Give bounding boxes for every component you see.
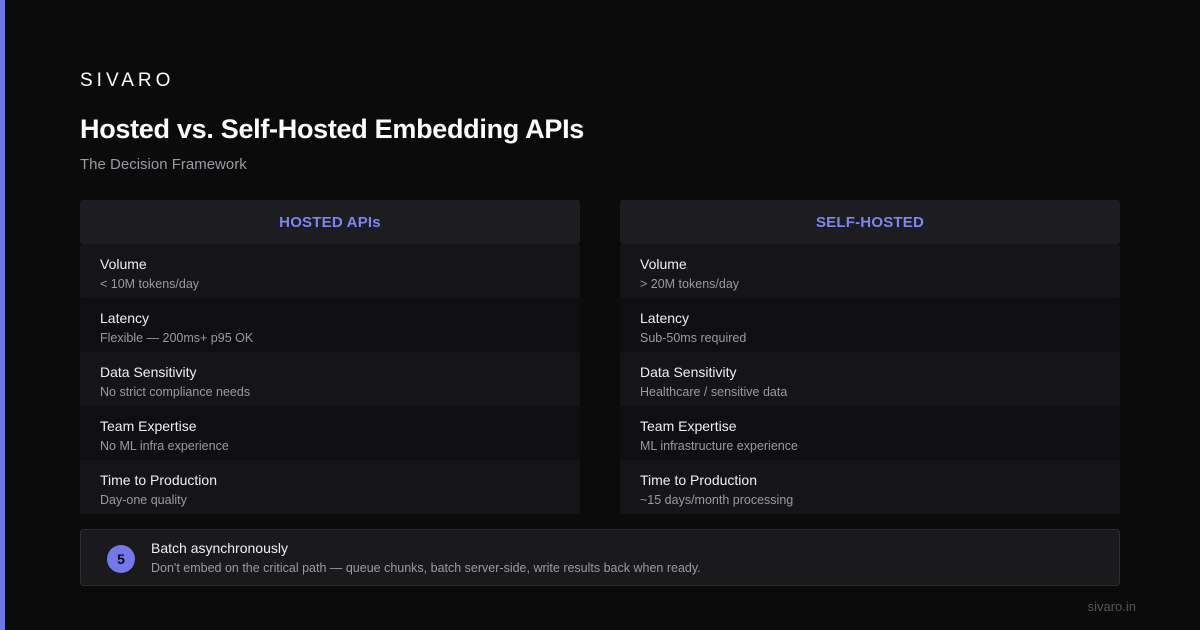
accent-bar xyxy=(0,0,5,630)
row-value: Healthcare / sensitive data xyxy=(640,385,788,399)
hosted-row-data-sensitivity: Data Sensitivity No strict compliance ne… xyxy=(80,352,580,406)
row-value: No strict compliance needs xyxy=(100,385,251,399)
row-value: ML infrastructure experience xyxy=(640,439,798,453)
row-value: ~15 days/month processing xyxy=(640,493,794,507)
row-label: Volume xyxy=(100,256,147,272)
row-label: Data Sensitivity xyxy=(100,364,197,380)
row-label: Latency xyxy=(640,310,690,326)
footer-url: sivaro.in xyxy=(1087,599,1136,614)
hosted-heading: HOSTED APIs xyxy=(80,200,580,244)
self-hosted-row-team-expertise: Team Expertise ML infrastructure experie… xyxy=(620,406,1120,460)
hosted-row-team-expertise: Team Expertise No ML infra experience xyxy=(80,406,580,460)
tip-description: Don't embed on the critical path — queue… xyxy=(151,561,701,575)
self-hosted-column: SELF-HOSTED Volume > 20M tokens/day Late… xyxy=(620,200,1120,514)
hosted-row-time-to-production: Time to Production Day-one quality xyxy=(80,460,580,514)
row-value: No ML infra experience xyxy=(100,439,229,453)
self-hosted-row-latency: Latency Sub-50ms required xyxy=(620,298,1120,352)
row-value: < 10M tokens/day xyxy=(100,277,200,291)
row-value: Flexible — 200ms+ p95 OK xyxy=(100,331,254,345)
tip-callout: 5 Batch asynchronously Don't embed on th… xyxy=(80,529,1120,586)
row-label: Team Expertise xyxy=(100,418,197,434)
row-label: Team Expertise xyxy=(640,418,737,434)
self-hosted-heading: SELF-HOSTED xyxy=(620,200,1120,244)
row-label: Latency xyxy=(100,310,150,326)
hosted-row-latency: Latency Flexible — 200ms+ p95 OK xyxy=(80,298,580,352)
row-label: Time to Production xyxy=(100,472,217,488)
hosted-row-volume: Volume < 10M tokens/day xyxy=(80,244,580,298)
hosted-column: HOSTED APIs Volume < 10M tokens/day Late… xyxy=(80,200,580,514)
tip-title: Batch asynchronously xyxy=(151,540,288,556)
row-label: Time to Production xyxy=(640,472,757,488)
tip-number-badge: 5 xyxy=(107,545,135,573)
row-value: Day-one quality xyxy=(100,493,187,507)
row-value: Sub-50ms required xyxy=(640,331,747,345)
page-subtitle: The Decision Framework xyxy=(80,156,247,173)
self-hosted-row-data-sensitivity: Data Sensitivity Healthcare / sensitive … xyxy=(620,352,1120,406)
page-title: Hosted vs. Self-Hosted Embedding APIs xyxy=(80,114,584,144)
self-hosted-row-volume: Volume > 20M tokens/day xyxy=(620,244,1120,298)
self-hosted-row-time-to-production: Time to Production ~15 days/month proces… xyxy=(620,460,1120,514)
row-label: Volume xyxy=(640,256,687,272)
row-label: Data Sensitivity xyxy=(640,364,737,380)
row-value: > 20M tokens/day xyxy=(640,277,740,291)
brand-logo: SIVARO xyxy=(80,70,175,91)
